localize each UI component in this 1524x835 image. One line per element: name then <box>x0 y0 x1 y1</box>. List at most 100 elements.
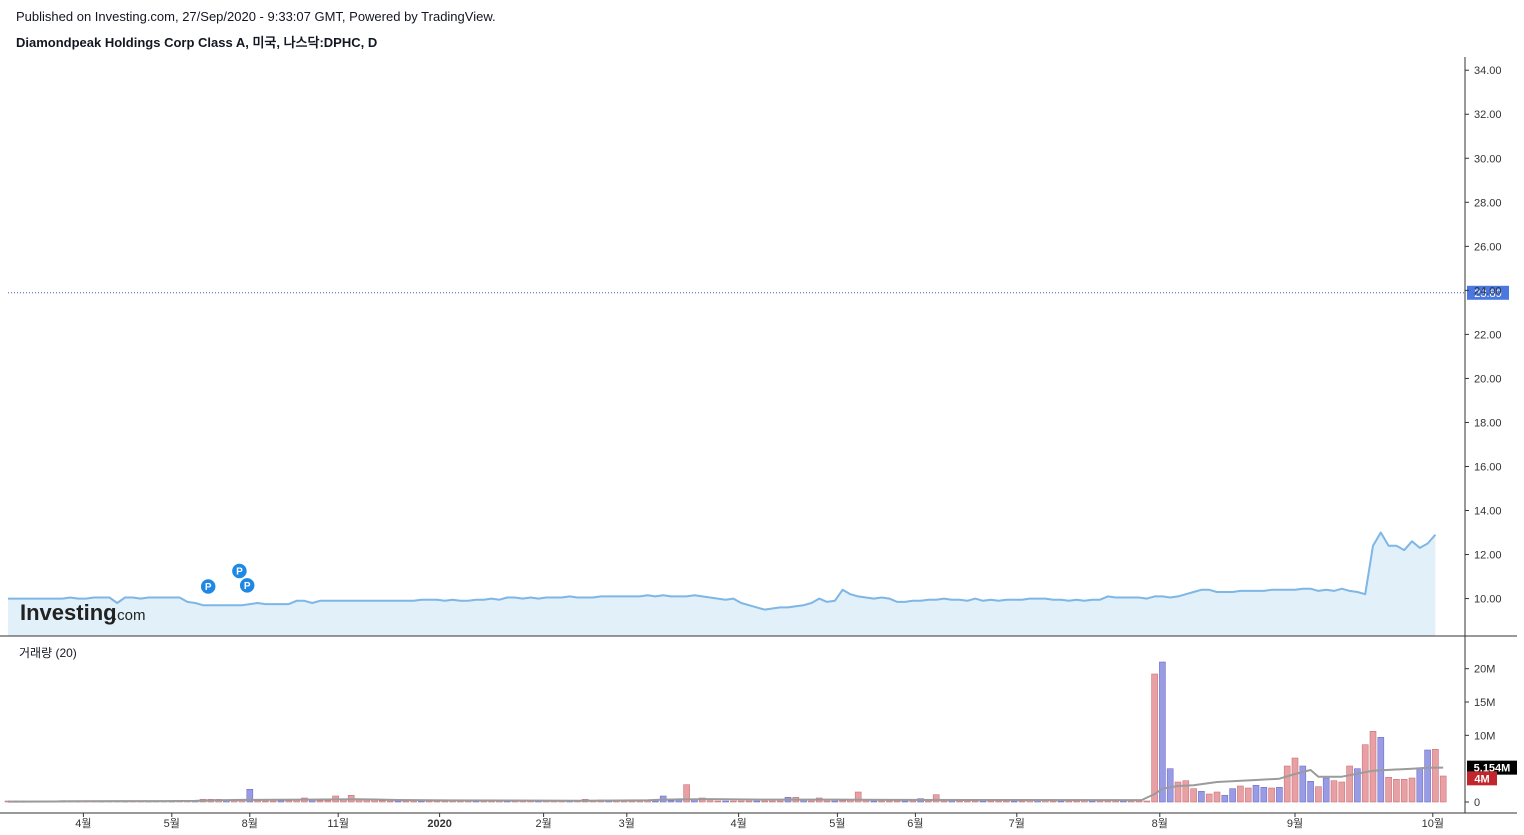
volume-bar <box>1120 800 1127 803</box>
volume-bar <box>1182 780 1190 803</box>
volume-bar <box>971 800 979 803</box>
volume-bar <box>285 800 293 803</box>
volume-panel: 5.154M4M <box>4 661 1517 803</box>
volume-bar <box>1400 778 1408 803</box>
marker-p-label: P <box>236 567 243 578</box>
price-ytick-label: 34.00 <box>1474 65 1502 77</box>
price-ytick-label: 12.00 <box>1474 550 1502 562</box>
x-tick-label: 10월 <box>1422 817 1444 830</box>
price-ytick-label: 16.00 <box>1474 461 1502 473</box>
markers: PPP <box>199 562 256 596</box>
volume-bar <box>1237 785 1244 803</box>
x-tick-label: 7월 <box>1009 817 1025 830</box>
volume-bar <box>1276 786 1283 803</box>
volume-bar <box>1338 781 1346 803</box>
price-ytick-label: 22.00 <box>1474 329 1502 341</box>
volume-bar <box>1003 800 1010 803</box>
price-volume-chart: 23.89 PPP 5.154M4M 34.0032.0030.0028.002… <box>0 57 1517 830</box>
price-ytick-label: 14.00 <box>1474 506 1502 518</box>
x-tick-label: 3월 <box>619 817 635 830</box>
volume-bar <box>1221 794 1229 803</box>
volume-bar <box>1385 776 1392 803</box>
volume-bar <box>316 800 324 803</box>
volume-bar <box>964 800 971 803</box>
volume-bar <box>1252 784 1260 803</box>
logo-brand: Investing <box>20 600 117 625</box>
volume-bar <box>1112 800 1119 803</box>
volume-bar <box>979 800 987 803</box>
x-tick-label: 6월 <box>907 817 923 830</box>
volume-bar <box>1432 748 1439 803</box>
price-ytick-label: 30.00 <box>1474 153 1502 165</box>
volume-bar <box>870 800 878 803</box>
volume-bar <box>909 800 917 803</box>
volume-bar <box>1104 800 1112 803</box>
volume-bar <box>1198 790 1205 803</box>
logo-suffix: .com <box>113 607 146 624</box>
x-tick-label: 4월 <box>75 817 91 830</box>
volume-bar <box>269 800 277 803</box>
marker-p-label: P <box>205 582 212 593</box>
volume-bar <box>277 800 285 803</box>
volume-bar <box>769 800 776 803</box>
volume-bar <box>1057 800 1065 803</box>
volume-bar <box>410 800 417 803</box>
volume-bar <box>652 800 659 803</box>
volume-bar <box>839 800 846 803</box>
price-ytick-label: 32.00 <box>1474 109 1502 121</box>
volume-bar <box>1393 778 1400 803</box>
volume-bar <box>1166 768 1174 803</box>
volume-bar <box>1439 775 1447 803</box>
volume-title: 거래량 (20) <box>19 646 77 660</box>
volume-ytick-label: 10M <box>1474 730 1495 742</box>
volume-bar <box>1065 800 1073 803</box>
x-tick-label: 5월 <box>829 817 845 830</box>
volume-bar <box>956 800 963 803</box>
marker-p-label: P <box>244 581 251 592</box>
volume-bar <box>262 800 269 803</box>
volume-bar <box>1330 780 1338 803</box>
volume-bar <box>1283 765 1291 803</box>
volume-bar <box>808 800 815 803</box>
price-ytick-label: 26.00 <box>1474 241 1502 253</box>
price-ytick-label: 20.00 <box>1474 373 1502 385</box>
volume-bar <box>1268 787 1275 803</box>
volume-bar <box>1190 788 1197 803</box>
volume-bar <box>753 800 761 803</box>
volume-bar <box>886 800 893 803</box>
volume-bar <box>1291 757 1299 803</box>
volume-bar <box>1307 780 1314 803</box>
volume-bar <box>1135 800 1143 803</box>
volume-bar <box>1213 791 1221 803</box>
price-ytick-label: 10.00 <box>1474 594 1502 606</box>
x-tick-label: 9월 <box>1287 817 1303 830</box>
volume-bar <box>1151 673 1158 803</box>
price-ytick-label: 24.00 <box>1474 285 1502 297</box>
volume-bar <box>1205 793 1213 803</box>
volume-bar <box>737 800 745 803</box>
volume-bar <box>823 800 831 803</box>
volume-bar <box>901 800 909 803</box>
price-ytick-label: 18.00 <box>1474 417 1502 429</box>
price-panel: 23.89 <box>8 285 1509 636</box>
volume-bar <box>402 800 410 803</box>
volume-bar <box>776 800 784 803</box>
price-area-fill <box>8 532 1436 636</box>
volume-bar <box>1088 800 1096 803</box>
volume-bar <box>1010 800 1018 803</box>
volume-bar <box>722 800 729 803</box>
volume-bar <box>995 800 1002 803</box>
volume-bar <box>324 800 332 803</box>
volume-bar <box>254 800 261 803</box>
volume-bar <box>386 800 394 803</box>
volume-bar <box>940 800 948 803</box>
volume-bar <box>667 800 675 803</box>
volume-bar <box>1346 765 1353 803</box>
volume-bar <box>893 800 901 803</box>
volume-bar <box>1143 800 1151 803</box>
volume-bar <box>1322 777 1330 803</box>
volume-bar <box>1369 730 1377 803</box>
volume-bar <box>1408 777 1416 803</box>
x-tick-label: 4월 <box>730 817 746 830</box>
x-tick-label: 8월 <box>242 817 258 830</box>
